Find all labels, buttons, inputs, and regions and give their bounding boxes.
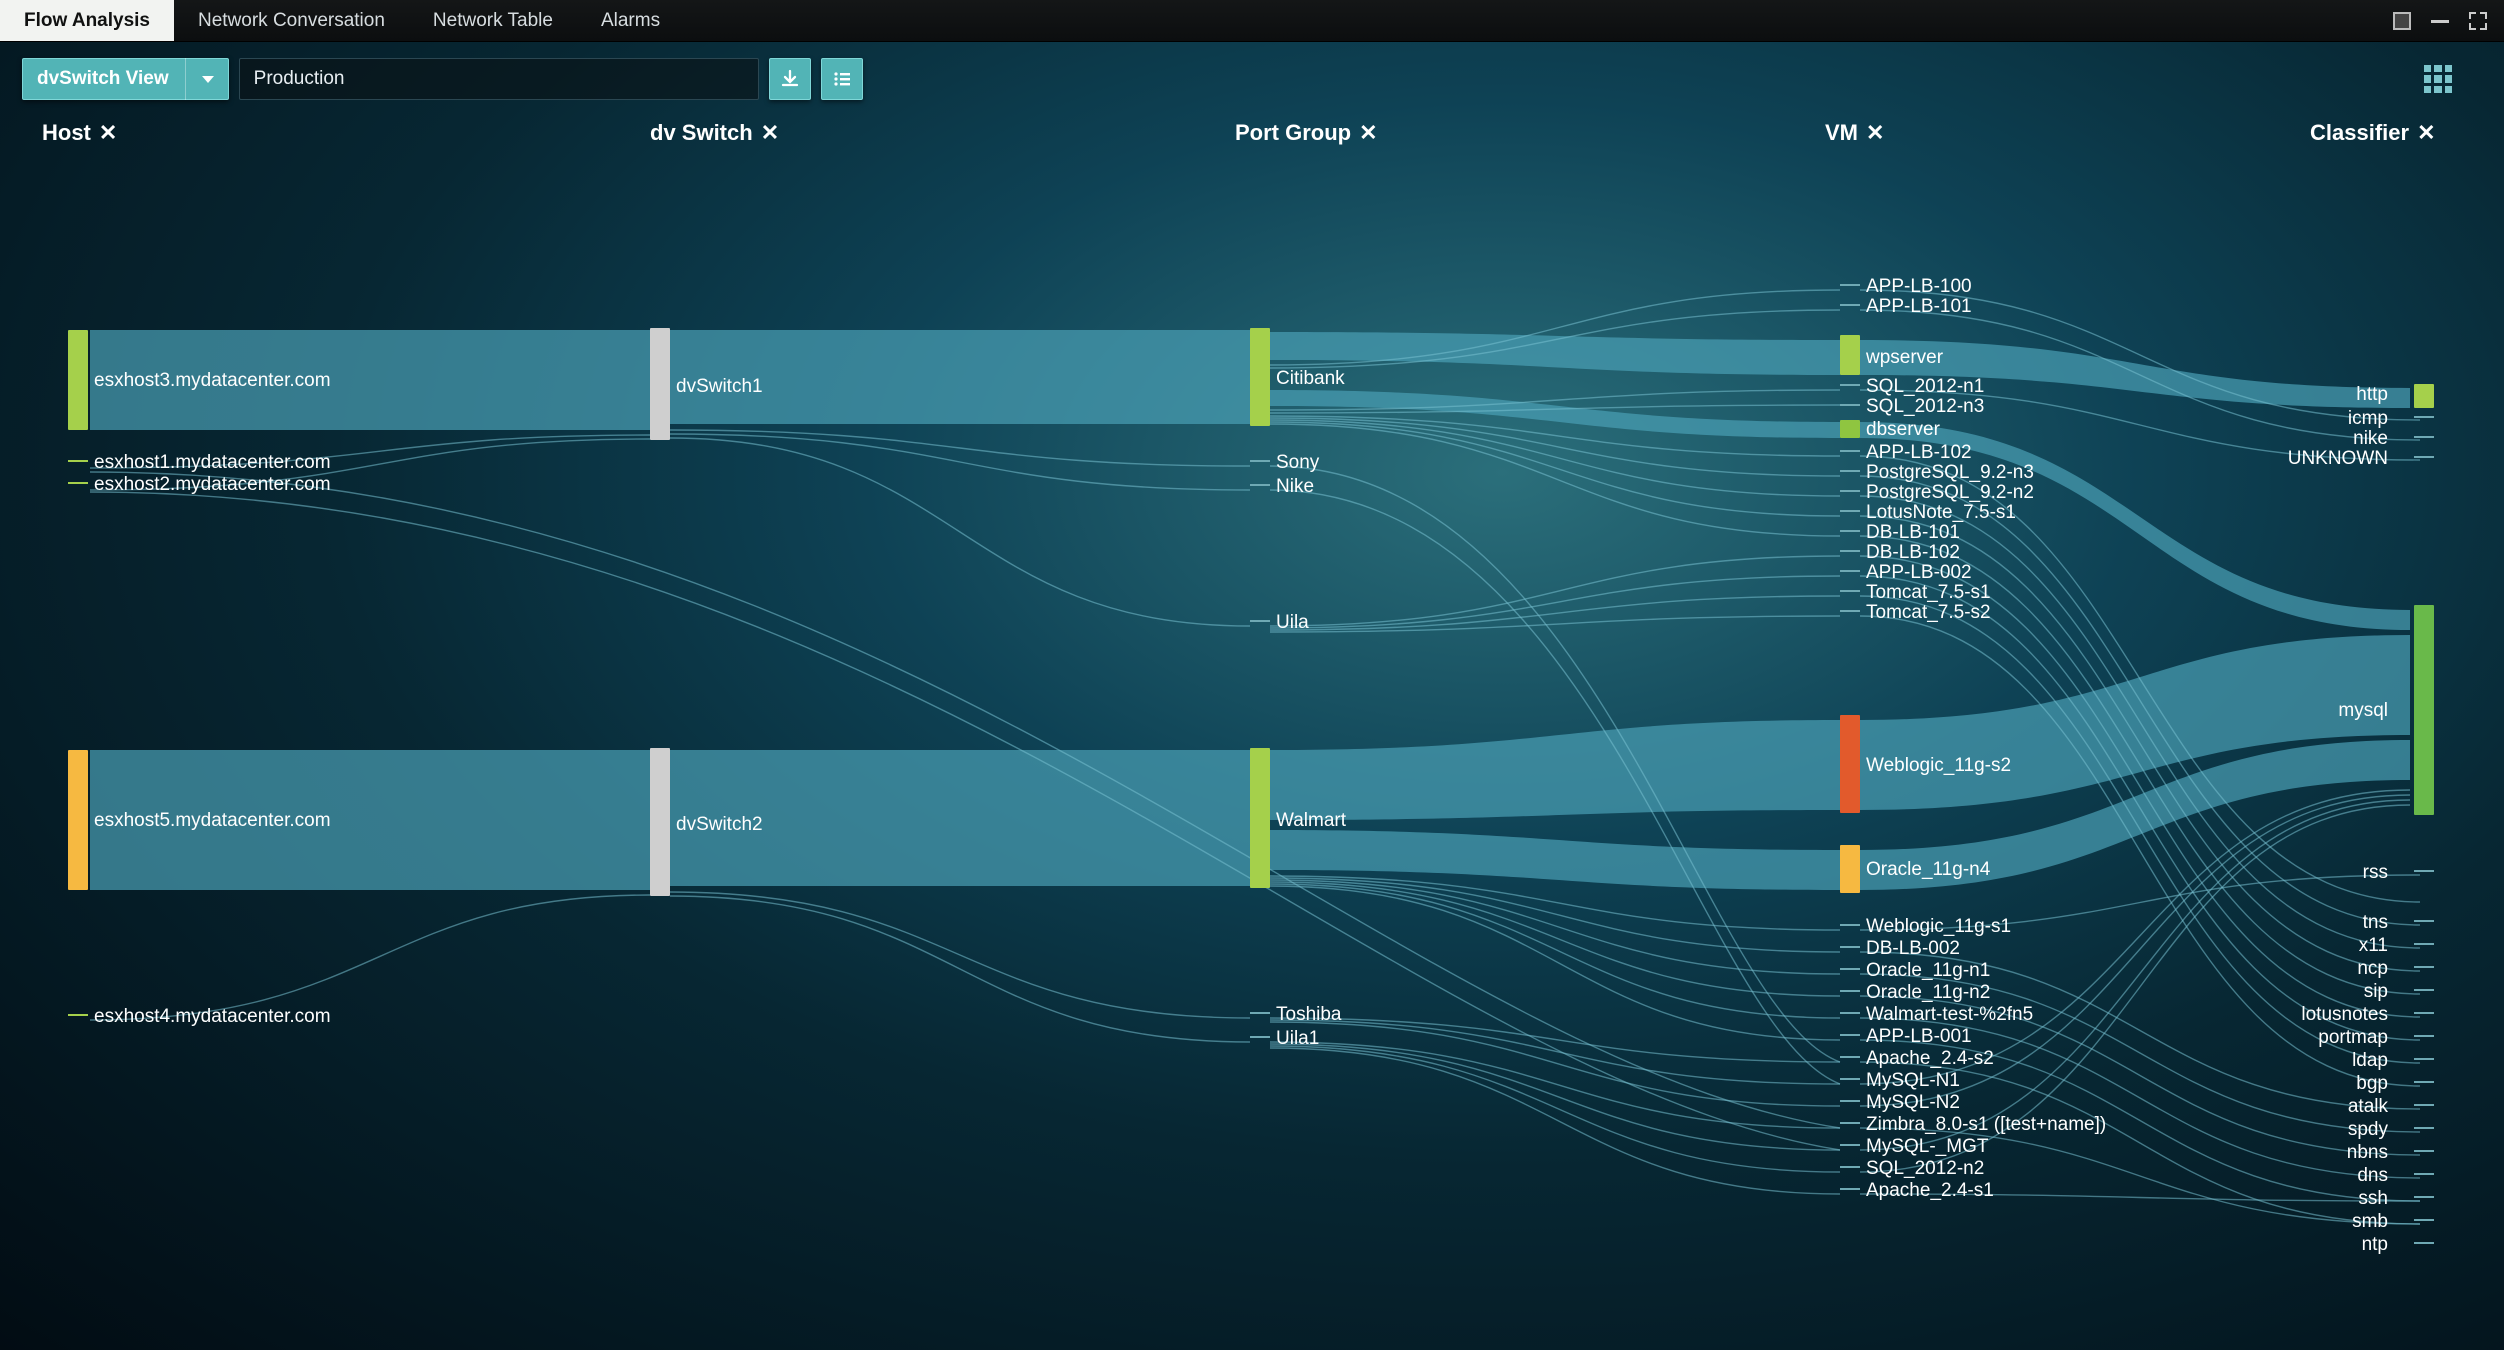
toolbar: dvSwitch View Production [0,42,2504,116]
apps-grid-icon[interactable] [2424,65,2452,93]
col-header-dvswitch[interactable]: dv Switch ✕ [650,120,779,146]
scope-input[interactable]: Production [239,58,759,100]
tab-bar: Flow Analysis Network Conversation Netwo… [0,0,2504,42]
sankey-diagram: .band{fill:#4a9fb5;opacity:.70} .thin{st… [0,160,2504,1340]
tab-network-conversation[interactable]: Network Conversation [174,0,409,41]
download-icon [780,69,800,89]
close-icon[interactable]: ✕ [1866,120,1884,146]
col-header-vm[interactable]: VM ✕ [1825,120,1884,146]
col-header-host[interactable]: Host ✕ [42,120,117,146]
scope-input-value: Production [254,68,345,90]
sankey-column-headers: Host ✕ dv Switch ✕ Port Group ✕ VM ✕ Cla… [0,120,2504,160]
close-icon[interactable]: ✕ [1359,120,1377,146]
close-icon[interactable]: ✕ [99,120,117,146]
view-selector-button[interactable]: dvSwitch View [22,58,229,100]
chevron-down-icon [202,76,214,83]
tab-alarms[interactable]: Alarms [577,0,684,41]
col-header-classifier[interactable]: Classifier ✕ [2310,120,2436,146]
tab-flow-analysis[interactable]: Flow Analysis [0,0,174,41]
tab-network-table[interactable]: Network Table [409,0,577,41]
close-icon[interactable]: ✕ [761,120,779,146]
view-selector-label: dvSwitch View [37,68,169,90]
window-minimize-icon[interactable] [2428,9,2452,33]
window-maximize-icon[interactable] [2466,9,2490,33]
list-icon [832,69,852,89]
download-button[interactable] [769,58,811,100]
list-view-button[interactable] [821,58,863,100]
close-icon[interactable]: ✕ [2417,120,2435,146]
window-stop-icon[interactable] [2390,9,2414,33]
col-header-portgroup[interactable]: Port Group ✕ [1235,120,1378,146]
